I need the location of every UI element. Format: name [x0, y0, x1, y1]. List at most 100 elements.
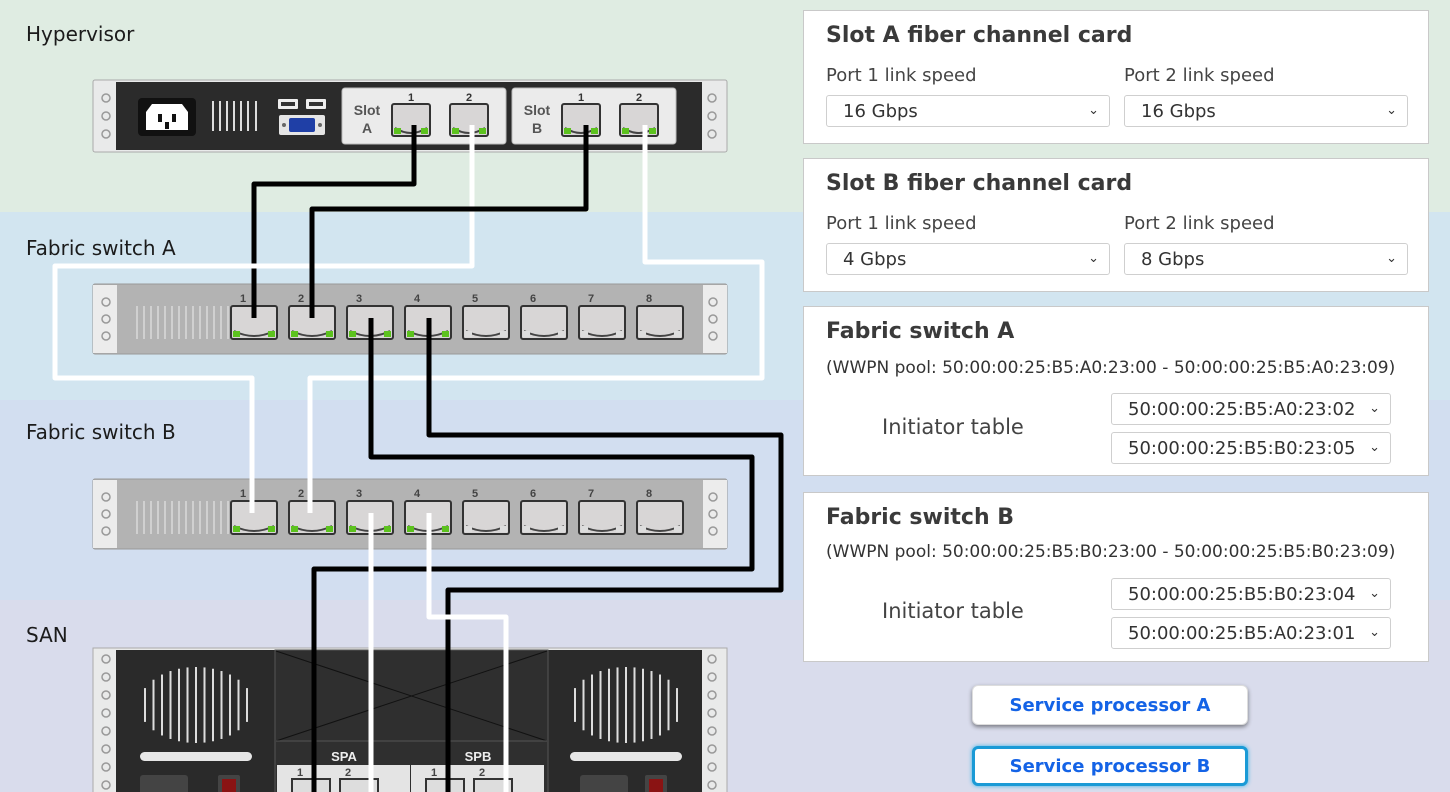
slot-b-port1-speed-value: 4 Gbps [843, 248, 907, 270]
port-number-label: 1 [431, 767, 437, 779]
chevron-down-icon: ⌄ [1386, 103, 1397, 118]
slot-a-port2-speed-select[interactable]: 16 Gbps ⌄ [1124, 95, 1408, 127]
hypervisor-slot-b: Slot B 1 2 [511, 87, 677, 145]
port-number-label: 1 [240, 488, 246, 500]
slot-b-card-title: Slot B fiber channel card [826, 171, 1133, 196]
san-psu-bar-right [570, 752, 682, 761]
vga-port-icon [279, 115, 325, 135]
san-power-switch-right [649, 779, 663, 792]
slot-b-card-panel: Slot B fiber channel card Port 1 link sp… [803, 158, 1429, 292]
slot-a-card-panel: Slot A fiber channel card Port 1 link sp… [803, 10, 1429, 144]
hypervisor-slot-a: Slot A 1 2 [341, 87, 507, 145]
hypervisor-fc-port [561, 103, 601, 137]
link-led-inactive [581, 526, 588, 532]
slot-label: A [362, 120, 372, 136]
port-number-label: 1 [408, 92, 414, 104]
link-led-inactive [616, 526, 623, 532]
service-processor-b-button[interactable]: Service processor B [972, 746, 1248, 786]
switch-port-8 [636, 305, 684, 340]
fabric-b-initiator-value-1: 50:00:00:25:B5:B0:23:04 [1128, 583, 1356, 605]
link-led-active [233, 526, 240, 532]
san-port-spa-1 [291, 778, 331, 792]
port-number-label: 4 [414, 488, 421, 500]
fabric-a-initiator-select-1[interactable]: 50:00:00:25:B5:A0:23:02 ⌄ [1111, 393, 1391, 425]
link-led-active [442, 331, 449, 337]
link-led-inactive [558, 331, 565, 337]
fabric-b-initiator-value-2: 50:00:00:25:B5:A0:23:01 [1128, 622, 1356, 644]
link-led-inactive [616, 331, 623, 337]
link-led-inactive [674, 526, 681, 532]
link-led-active [564, 128, 571, 134]
link-led-active [452, 128, 459, 134]
link-led-active [649, 128, 656, 134]
port-number-label: 2 [298, 488, 304, 500]
link-led-active [233, 331, 240, 337]
hypervisor-device: Slot A 1 2 Slot B 1 2 [92, 79, 728, 153]
fabric-a-initiator-select-2[interactable]: 50:00:00:25:B5:B0:23:05 ⌄ [1111, 432, 1391, 464]
port-number-label: 7 [588, 293, 594, 305]
chevron-down-icon: ⌄ [1088, 251, 1099, 266]
link-led-active [384, 331, 391, 337]
port-number-label: 8 [646, 488, 652, 500]
fabric-b-initiator-label: Initiator table [882, 599, 1024, 623]
port-number-label: 2 [636, 92, 642, 104]
chevron-down-icon: ⌄ [1369, 401, 1380, 416]
port-number-label: 7 [588, 488, 594, 500]
switch-port-8 [636, 500, 684, 535]
switch-port-5 [462, 305, 510, 340]
link-led-inactive [500, 526, 507, 532]
slot-label: Slot [354, 102, 381, 118]
service-processor-a-button[interactable]: Service processor A [972, 685, 1248, 725]
slot-b-port2-speed-value: 8 Gbps [1141, 248, 1205, 270]
rack-ear-left [93, 285, 117, 353]
port-number-label: 2 [298, 293, 304, 305]
san-controller-label-spa: SPA [331, 749, 357, 764]
hypervisor-fc-port [449, 103, 489, 137]
link-led-active [407, 331, 414, 337]
fabric-switch-a-device: 1 2 3 4 5 6 7 8 [92, 283, 728, 355]
san-power-socket-right [580, 775, 628, 792]
port-number-label: 5 [472, 293, 478, 305]
link-led-active [479, 128, 486, 134]
fabric-switch-b-device: 1 2 3 4 5 6 7 8 [92, 478, 728, 550]
slot-b-port1-speed-select[interactable]: 4 Gbps ⌄ [826, 243, 1110, 275]
fabric-a-panel: Fabric switch A (WWPN pool: 50:00:00:25:… [803, 306, 1429, 476]
switch-port-7 [578, 500, 626, 535]
slot-label: B [532, 120, 542, 136]
link-led-active [349, 331, 356, 337]
hypervisor-fc-port [391, 103, 431, 137]
san-controller-label-spb: SPB [465, 749, 492, 764]
chevron-down-icon: ⌄ [1369, 440, 1380, 455]
slot-b-port2-speed-select[interactable]: 8 Gbps ⌄ [1124, 243, 1408, 275]
link-led-active [326, 331, 333, 337]
chevron-down-icon: ⌄ [1369, 586, 1380, 601]
slot-b-port2-label: Port 2 link speed [1124, 213, 1275, 234]
port-number-label: 3 [356, 488, 362, 500]
link-led-active [268, 331, 275, 337]
fabric-b-initiator-select-2[interactable]: 50:00:00:25:B5:A0:23:01 ⌄ [1111, 617, 1391, 649]
slot-a-port1-speed-value: 16 Gbps [843, 100, 918, 122]
link-led-inactive [639, 526, 646, 532]
rack-ear-right [703, 480, 727, 548]
switch-port-6 [520, 500, 568, 535]
slot-b-port1-label: Port 1 link speed [826, 213, 977, 234]
link-led-inactive [581, 331, 588, 337]
san-device: SPA SPB 1 2 1 2 [92, 647, 728, 792]
san-power-switch-left [222, 779, 236, 792]
san-psu-bar-left [140, 752, 252, 761]
link-led-inactive [639, 331, 646, 337]
fabric-b-initiator-select-1[interactable]: 50:00:00:25:B5:B0:23:04 ⌄ [1111, 578, 1391, 610]
fabric-a-panel-title: Fabric switch A [826, 319, 1015, 344]
slot-label: Slot [524, 102, 551, 118]
slot-a-port1-speed-select[interactable]: 16 Gbps ⌄ [826, 95, 1110, 127]
link-led-inactive [523, 331, 530, 337]
fabric-a-wwpn-pool: (WWPN pool: 50:00:00:25:B5:A0:23:00 - 50… [826, 358, 1396, 378]
port-number-label: 6 [530, 293, 536, 305]
switch-port-7 [578, 305, 626, 340]
rack-ear-left [93, 480, 117, 548]
hypervisor-fc-port [619, 103, 659, 137]
port-number-label: 6 [530, 488, 536, 500]
fabric-b-panel: Fabric switch B (WWPN pool: 50:00:00:25:… [803, 492, 1429, 662]
slot-a-port1-label: Port 1 link speed [826, 65, 977, 86]
port-number-label: 2 [466, 92, 472, 104]
